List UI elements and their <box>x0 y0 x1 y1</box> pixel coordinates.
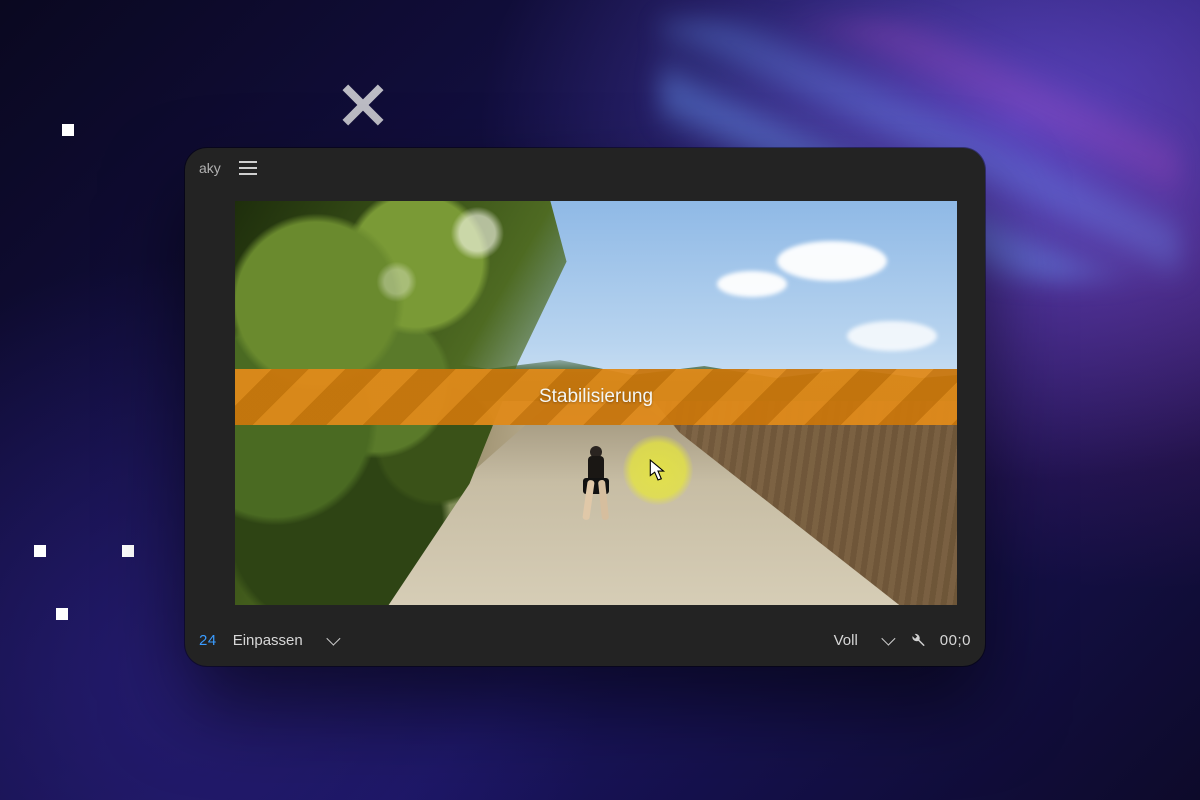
decoration-square <box>56 608 68 620</box>
stabilization-banner: Stabilisierung <box>235 369 957 425</box>
zoom-level-dropdown[interactable]: Einpassen <box>231 628 339 653</box>
playback-quality-dropdown[interactable]: Voll <box>832 628 894 653</box>
decoration-square <box>34 545 46 557</box>
settings-wrench-icon[interactable] <box>908 631 926 649</box>
video-preview[interactable]: Stabilisierung <box>235 201 957 605</box>
close-icon <box>340 82 386 128</box>
project-name: aky <box>199 160 221 176</box>
chevron-down-icon <box>326 632 340 646</box>
zoom-level-value: Einpassen <box>233 632 303 649</box>
decoration-square <box>122 545 134 557</box>
panel-menu-icon[interactable] <box>239 161 257 175</box>
preview-subject <box>581 446 611 524</box>
chevron-down-icon <box>881 632 895 646</box>
decoration-square <box>62 124 74 136</box>
monitor-bottom-bar: 24 Einpassen Voll 00;0 <box>185 614 985 666</box>
playhead-timecode[interactable]: 24 <box>199 632 217 649</box>
playback-quality-value: Voll <box>834 632 858 649</box>
panel-titlebar: aky <box>185 148 985 188</box>
program-monitor-panel: aky Stabilisierung 24 Einpassen <box>185 148 985 666</box>
duration-timecode: 00;0 <box>940 632 971 649</box>
stabilization-banner-label: Stabilisierung <box>539 386 653 408</box>
